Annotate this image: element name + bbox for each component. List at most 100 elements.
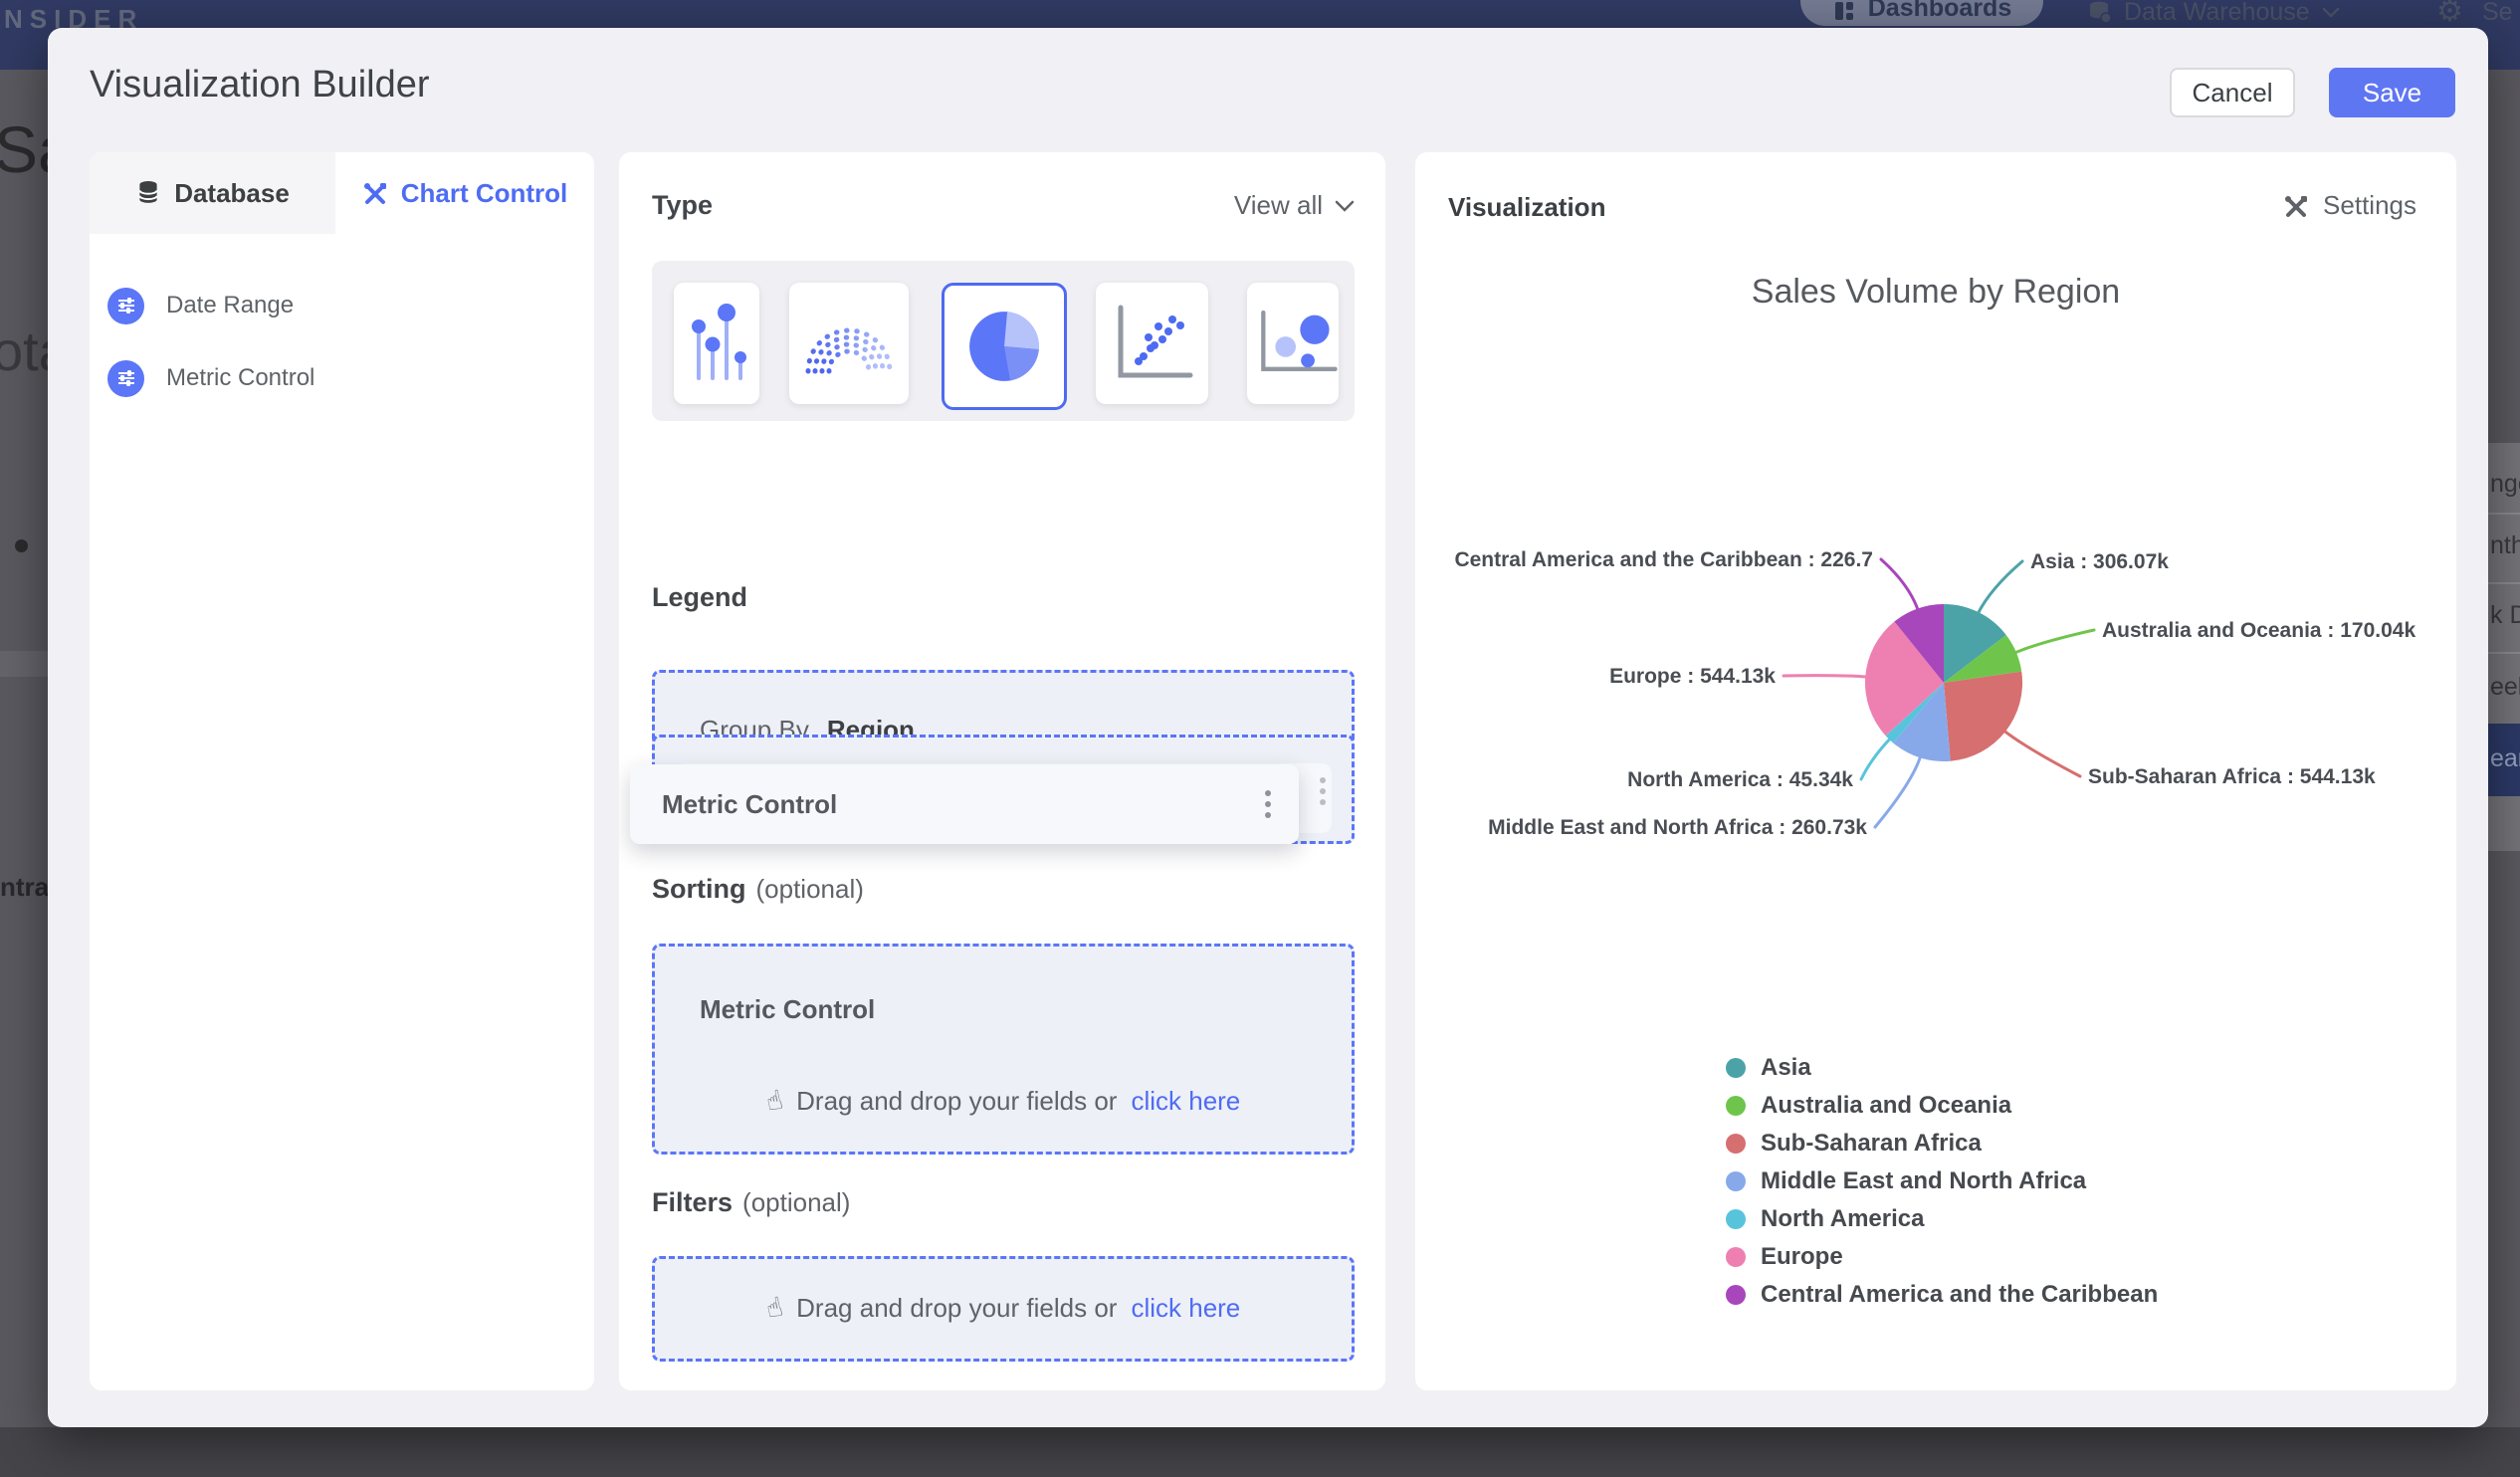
scatter-chart-icon	[1118, 305, 1192, 378]
tab-database[interactable]: Database	[90, 152, 335, 234]
background-band	[0, 651, 48, 677]
legend-label: Europe	[1761, 1243, 1843, 1270]
pie-slice-sub-saharan-africa[interactable]	[1944, 671, 2023, 761]
nav-dashboards-label: Dashboards	[1867, 0, 2012, 22]
chart-config-panel: Type View all Legend Group By Region Met…	[619, 152, 1385, 1390]
legend-dot	[1726, 1247, 1746, 1267]
pie-label-europe: Europe : 544.13k	[1609, 665, 1776, 688]
chart-type-pie[interactable]	[942, 283, 1067, 410]
dashboards-grid-icon	[1834, 2, 1853, 20]
nav-data-warehouse[interactable]: Data Warehouse	[2086, 0, 2340, 26]
lollipop-chart-icon	[692, 304, 746, 380]
legend-item-asia[interactable]: Asia	[1726, 1054, 2158, 1081]
background-menu-item: k D	[2490, 601, 2520, 629]
sidebar-item-label: Metric Control	[166, 364, 315, 391]
chart-legend: Asia Australia and Oceania Sub-Saharan Afr…	[1726, 1054, 2158, 1308]
gear-icon[interactable]: ⚙	[2436, 0, 2463, 29]
chart-type-bubble[interactable]	[1247, 283, 1339, 404]
legend-dot	[1726, 1285, 1746, 1305]
legend-dot	[1726, 1058, 1746, 1078]
legend-label: Sub-Saharan Africa	[1761, 1130, 1982, 1157]
value-field-dragging-card[interactable]: Metric Control	[630, 764, 1299, 844]
chart-type-arc[interactable]	[789, 283, 909, 404]
visualization-builder-modal: Visualization Builder Cancel Save Databa…	[48, 28, 2488, 1427]
pie-label-north-america: North America : 45.34k	[1627, 768, 1853, 791]
sorting-optional-label: (optional)	[755, 874, 864, 904]
legend-dot	[1726, 1171, 1746, 1191]
filters-drop-zone[interactable]: ☝ Drag and drop your fields or click her…	[652, 1256, 1355, 1362]
drop-hint-text: Drag and drop your fields or	[796, 1293, 1118, 1323]
legend-item-middle-east-and-north-africa[interactable]: Middle East and North Africa	[1726, 1167, 2158, 1194]
screen: NSIDER Dashboards Data Warehouse ⚙ Se Sa…	[0, 0, 2520, 1477]
click-here-link[interactable]: click here	[1131, 1086, 1240, 1117]
kebab-menu-icon[interactable]	[1320, 777, 1326, 805]
legend-dot	[1726, 1209, 1746, 1229]
type-section-label: Type	[652, 190, 714, 220]
view-all-label: View all	[1233, 190, 1323, 220]
bubble-chart-icon	[1261, 310, 1338, 371]
value-field-label: Metric Control	[662, 788, 838, 819]
pie-label-asia: Asia : 306.07k	[2030, 550, 2169, 573]
viz-settings-button[interactable]: Settings	[2283, 190, 2416, 221]
value-drop-zone[interactable]: Metric Control Metric Control	[630, 735, 1355, 844]
divider	[2488, 582, 2520, 584]
legend-item-europe[interactable]: Europe	[1726, 1243, 2158, 1270]
pie-label-central-america-and-the-caribbean: Central America and the Caribbean : 226.…	[1454, 548, 1873, 571]
sliders-icon	[107, 359, 144, 397]
sidebar-item-metric-control[interactable]: Metric Control	[107, 358, 315, 398]
background-bottom-strip	[0, 1427, 2520, 1477]
tap-hand-icon: ☝	[762, 1084, 786, 1119]
legend-item-australia-and-oceania[interactable]: Australia and Oceania	[1726, 1092, 2158, 1119]
legend-label: North America	[1761, 1205, 1925, 1232]
background-menu-item: nge	[2490, 470, 2520, 498]
legend-section-label: Legend	[652, 582, 748, 612]
legend-item-north-america[interactable]: North America	[1726, 1205, 2158, 1232]
database-icon	[2090, 1, 2112, 24]
legend-item-sub-saharan-africa[interactable]: Sub-Saharan Africa	[1726, 1130, 2158, 1157]
sorting-section-label: Sorting	[652, 874, 746, 904]
database-icon	[138, 180, 158, 203]
panel-tabs: Database Chart Control	[90, 152, 594, 234]
tab-database-label: Database	[174, 177, 290, 208]
kebab-menu-icon[interactable]	[1265, 790, 1271, 818]
pie-leader-line	[1976, 559, 2024, 616]
pie-leader-line	[2012, 628, 2096, 655]
pie-leader-line	[1782, 674, 1869, 679]
chart-type-lollipop[interactable]	[674, 283, 759, 404]
chart-type-scatter[interactable]	[1096, 283, 1208, 404]
tab-chart-control-label: Chart Control	[400, 177, 568, 208]
drop-hint-text: Drag and drop your fields or	[796, 1086, 1118, 1116]
background-menu-item-selected-label: ear	[2490, 744, 2520, 772]
sliders-icon	[107, 287, 144, 324]
visualization-panel: Visualization Settings Sales Volume by R…	[1415, 152, 2456, 1390]
nav-data-warehouse-label: Data Warehouse	[2124, 0, 2310, 26]
click-here-link[interactable]: click here	[1131, 1293, 1240, 1324]
pie-chart-icon	[969, 312, 1039, 381]
sidebar-item-label: Date Range	[166, 292, 295, 318]
viz-settings-label: Settings	[2323, 190, 2416, 220]
tab-chart-control[interactable]: Chart Control	[335, 152, 594, 234]
sorting-drop-zone[interactable]: Metric Control ☝ Drag and drop your fiel…	[652, 944, 1355, 1155]
legend-item-central-america-and-the-caribbean[interactable]: Central America and the Caribbean	[1726, 1281, 2158, 1308]
filters-section-label: Filters	[652, 1187, 734, 1217]
background-bullet	[15, 539, 28, 552]
cancel-button[interactable]: Cancel	[2170, 68, 2295, 117]
sidebar-item-date-range[interactable]: Date Range	[107, 286, 294, 325]
nav-dashboards[interactable]: Dashboards	[1800, 0, 2043, 26]
background-menu-item: eek	[2490, 673, 2520, 701]
divider	[2488, 513, 2520, 515]
chevron-down-icon	[2322, 7, 2339, 18]
view-all-button[interactable]: View all	[1234, 190, 1355, 221]
save-button[interactable]: Save	[2329, 68, 2455, 117]
pie-leader-line	[1879, 557, 1920, 612]
legend-label: Australia and Oceania	[1761, 1092, 2012, 1119]
tools-icon	[2285, 195, 2308, 217]
tap-hand-icon: ☝	[762, 1291, 786, 1326]
visualization-header: Visualization	[1448, 192, 1606, 222]
legend-dot	[1726, 1096, 1746, 1116]
chart-type-strip	[652, 261, 1355, 421]
chevron-down-icon	[1335, 200, 1355, 212]
pie-label-middle-east-and-north-africa: Middle East and North Africa : 260.73k	[1488, 816, 1867, 839]
modal-title: Visualization Builder	[90, 64, 430, 106]
legend-dot	[1726, 1134, 1746, 1154]
